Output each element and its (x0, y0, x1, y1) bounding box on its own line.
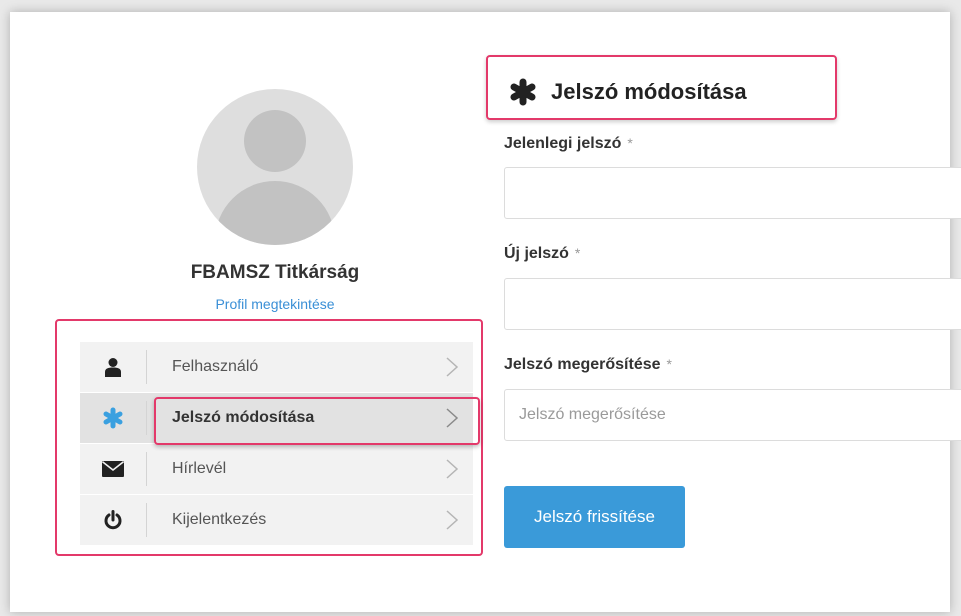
new-password-label-text: Új jelszó (504, 245, 569, 262)
new-password-label: Új jelszó * (504, 245, 580, 263)
confirm-password-input[interactable] (504, 389, 961, 441)
current-password-label: Jelenlegi jelszó * (504, 135, 633, 153)
new-password-input[interactable] (504, 278, 961, 330)
avatar (197, 89, 353, 245)
current-password-input[interactable] (504, 167, 961, 219)
required-mark: * (574, 245, 581, 261)
highlight-frame-active-item (154, 397, 480, 445)
current-password-label-text: Jelenlegi jelszó (504, 135, 622, 152)
user-name: FBAMSZ Titkárság (190, 262, 360, 283)
view-profile-link[interactable]: Profil megtekintése (130, 296, 420, 312)
confirm-password-label: Jelszó megerősítése * (504, 356, 672, 374)
highlight-frame-title (486, 55, 837, 120)
avatar-body-shape (215, 181, 335, 245)
required-mark: * (627, 135, 633, 151)
avatar-head-shape (244, 110, 306, 172)
required-mark: * (666, 356, 672, 372)
confirm-password-label-text: Jelszó megerősítése (504, 356, 661, 373)
update-password-button[interactable]: Jelszó frissítése (504, 486, 685, 548)
